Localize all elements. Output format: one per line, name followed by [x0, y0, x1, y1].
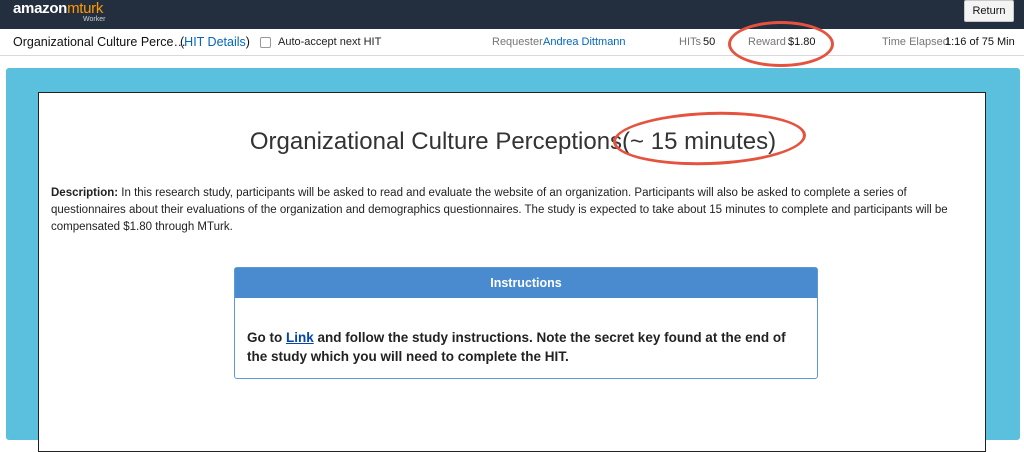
return-button[interactable]: Return	[964, 0, 1014, 22]
requester-label: Requester	[492, 36, 543, 48]
instructions-panel: Instructions Go to Link and follow the s…	[234, 267, 818, 379]
logo-subtitle: Worker	[83, 16, 106, 23]
hit-info-bar: Organizational Culture Perce… (HIT Detai…	[0, 29, 1024, 56]
time-elapsed-label: Time Elapsed	[882, 36, 949, 48]
description-text: In this research study, participants wil…	[51, 187, 948, 233]
hit-frame: Organizational Culture Perceptions(~ 15 …	[6, 68, 1020, 452]
logo-mturk-text: mturk	[67, 0, 104, 17]
time-elapsed-value: 1:16 of 75 Min	[945, 36, 1015, 48]
description-label: Description:	[51, 187, 119, 199]
hit-details: (HIT Details)	[180, 35, 250, 49]
page-title: Organizational Culture Perceptions(~ 15 …	[249, 128, 777, 155]
reward-value: $1.80	[788, 36, 816, 48]
instructions-text: Go to Link and follow the study instruct…	[247, 328, 807, 366]
logo-wordmark: amazonmturk	[13, 0, 103, 17]
requester-link[interactable]: Andrea Dittmann	[543, 36, 626, 48]
reward-label: Reward	[748, 36, 786, 48]
hit-details-link[interactable]: HIT Details	[184, 35, 246, 49]
auto-accept-checkbox[interactable]	[260, 37, 271, 48]
auto-accept-label[interactable]: Auto-accept next HIT	[278, 36, 381, 48]
hit-title: Organizational Culture Perce…	[13, 35, 186, 49]
description: Description: In this research study, par…	[51, 185, 971, 236]
study-link[interactable]: Link	[286, 330, 314, 345]
hits-value: 50	[703, 36, 716, 48]
instructions-heading: Instructions	[235, 268, 817, 298]
logo-amazon-text: amazon	[13, 0, 68, 17]
hit-content-panel[interactable]: Organizational Culture Perceptions(~ 15 …	[38, 92, 986, 452]
instructions-text-before: Go to	[247, 330, 286, 345]
hit-details-close-paren: )	[245, 35, 250, 49]
top-navbar: amazonmturk Worker Return	[0, 0, 1024, 29]
instructions-text-after: and follow the study instructions. Note …	[247, 330, 786, 364]
hits-label: HITs	[679, 36, 701, 48]
